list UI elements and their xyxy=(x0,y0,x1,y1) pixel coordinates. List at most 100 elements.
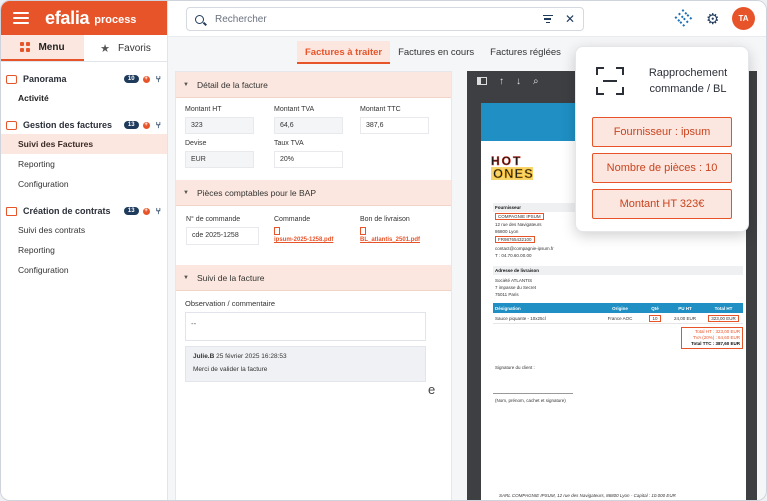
bap-title: Pièces comptables pour le BAP xyxy=(196,187,317,198)
tab-favoris[interactable]: ★ Favoris xyxy=(84,35,167,61)
brand-bar: efalia process xyxy=(1,1,167,35)
close-icon[interactable]: ✕ xyxy=(565,12,575,26)
section-header-panorama[interactable]: Panorama 10 + ⑂ xyxy=(1,70,167,88)
supplier-address-1: 12 rue des Navigateurs xyxy=(495,222,542,227)
brand-logo-hot-ones: HOT ONES xyxy=(491,155,533,193)
count-badge: 13 xyxy=(123,207,139,215)
sidebar-item-configuration[interactable]: Configuration xyxy=(1,260,167,280)
field-label: Commande xyxy=(274,216,311,223)
section-title: Panorama xyxy=(23,74,67,84)
tab-factures-en-cours[interactable]: Factures en cours xyxy=(390,41,482,64)
sidebar-item-suivi-contrats[interactable]: Suivi des contrats xyxy=(1,220,167,240)
chip-fournisseur: Fournisseur : ipsum xyxy=(592,117,732,147)
section-title: Création de contrats xyxy=(23,206,111,216)
count-badge: 13 xyxy=(123,121,139,129)
bl-attachment: Bon de livraison BL_atlantis_2501.pdf xyxy=(360,216,440,245)
section-header-factures[interactable]: Gestion des factures 13 + ⑂ xyxy=(1,116,167,134)
popup-header: Rapprochement commande / BL xyxy=(576,47,748,97)
total-ttc: Total TTC : 387,60 EUR xyxy=(691,341,740,346)
detail-header[interactable]: ▼ Détail de la facture xyxy=(176,72,451,98)
field-order-number: N° de commande cde 2025-1258 xyxy=(186,216,274,245)
collapse-icon: ▼ xyxy=(183,189,189,196)
bap-header[interactable]: ▼ Pièces comptables pour le BAP xyxy=(176,180,451,206)
collapse-icon: ▼ xyxy=(183,274,189,281)
bap-fields: N° de commande cde 2025-1258 Commande ip… xyxy=(176,206,451,253)
sidebar-item-suivi-factures[interactable]: Suivi des Factures xyxy=(1,134,167,154)
invoice-footer: SARL COMPAGNIE IPSUM, 12 rue des Navigat… xyxy=(499,493,676,498)
count-badge: 10 xyxy=(123,75,139,83)
taux-tva-input[interactable]: 20% xyxy=(274,151,343,168)
col-designation: Désignation xyxy=(495,305,521,311)
comment-date: 25 février 2025 16:28:53 xyxy=(216,353,287,360)
table-row: Sauce piquante - 10x25cl France AOC 10 2… xyxy=(493,313,743,324)
supplier-name: COMPAGNIE IPSUM xyxy=(495,213,544,220)
section-header-contrats[interactable]: Création de contrats 13 + ⑂ xyxy=(1,202,167,220)
search-icon[interactable]: ⌕ xyxy=(533,76,539,87)
observation-label: Observation / commentaire xyxy=(185,299,276,308)
matching-popup: Rapprochement commande / BL Fournisseur … xyxy=(575,46,749,232)
avatar[interactable]: TA xyxy=(732,7,755,30)
commande-attachment: Commande ipsum-2025-1258.pdf xyxy=(274,216,360,245)
section-panorama: Panorama 10 + ⑂ Activité xyxy=(1,70,167,108)
montant-ht-input[interactable]: 323 xyxy=(185,117,254,134)
scan-icon xyxy=(596,67,624,95)
tab-menu-label: Menu xyxy=(38,41,65,53)
field-label: Montant HT xyxy=(185,106,222,113)
cell-qte: 10 xyxy=(649,314,661,322)
sidebar-item-activite[interactable]: Activité xyxy=(1,88,167,108)
field-label: N° de commande xyxy=(186,216,241,223)
briefcase-icon xyxy=(6,120,17,130)
montant-tva-input[interactable]: 64,6 xyxy=(274,117,343,134)
screen-icon xyxy=(6,74,17,84)
popup-title: Rapprochement commande / BL xyxy=(648,67,728,95)
menu-tabs: Menu ★ Favoris xyxy=(1,35,167,62)
branch-icon[interactable]: ⑂ xyxy=(156,74,161,84)
gear-icon[interactable]: ⚙ xyxy=(706,10,719,28)
comment-author: Julie.B xyxy=(193,353,215,360)
arrow-up-icon[interactable]: ↑ xyxy=(499,76,504,87)
suivi-header[interactable]: ▼ Suivi de la facture xyxy=(176,265,451,291)
filter-icon[interactable] xyxy=(542,14,553,24)
observation-textarea[interactable]: -- xyxy=(185,312,426,341)
trailing-text: e xyxy=(428,382,436,397)
add-icon[interactable]: + xyxy=(142,75,150,83)
search-input[interactable]: Rechercher ✕ xyxy=(186,7,584,31)
supplier-phone: T : 04.70.60.00.00 xyxy=(495,253,532,258)
cell-total-ht: 323,00 EUR xyxy=(708,314,739,322)
tab-menu[interactable]: Menu xyxy=(1,35,84,61)
arrow-down-icon[interactable]: ↓ xyxy=(516,76,521,87)
cell-origine: France AOC xyxy=(607,315,633,321)
devise-input[interactable]: EUR xyxy=(185,151,254,168)
envelope-icon xyxy=(6,206,17,216)
cell-designation: Sauce piquante - 10x25cl xyxy=(495,315,546,321)
order-number-input[interactable]: cde 2025-1258 xyxy=(186,227,259,245)
apps-icon[interactable] xyxy=(673,9,693,29)
app-window: efalia process Menu ★ Favoris Panorama 1… xyxy=(0,0,767,501)
tab-factures-reglees[interactable]: Factures réglées xyxy=(482,41,569,64)
hamburger-icon[interactable] xyxy=(13,12,29,24)
field-montant-ht: Montant HT 323 xyxy=(185,106,274,134)
suivi-title: Suivi de la facture xyxy=(196,272,265,283)
field-label: Devise xyxy=(185,140,207,147)
field-label: Bon de livraison xyxy=(360,216,410,223)
search-placeholder: Rechercher xyxy=(215,13,267,25)
bl-file-link[interactable]: BL_atlantis_2501.pdf xyxy=(360,237,440,243)
sidebar-item-reporting[interactable]: Reporting xyxy=(1,240,167,260)
comment-meta: Julie.B 25 février 2025 16:28:53 xyxy=(193,353,418,360)
logo-bottom: ONES xyxy=(491,166,534,181)
add-icon[interactable]: + xyxy=(142,121,150,129)
commande-file-link[interactable]: ipsum-2025-1258.pdf xyxy=(274,237,360,243)
col-pu-ht: PU HT xyxy=(678,305,692,311)
montant-ttc-input[interactable]: 387,6 xyxy=(360,117,429,134)
chip-nombre-pieces: Nombre de pièces : 10 xyxy=(592,153,732,183)
sidebar-toggle-icon[interactable] xyxy=(477,77,487,85)
add-icon[interactable]: + xyxy=(142,207,150,215)
tab-factures-a-traiter[interactable]: Factures à traiter xyxy=(297,41,391,64)
sidebar-item-configuration[interactable]: Configuration xyxy=(1,174,167,194)
cell-pu-ht: 24,00 EUR xyxy=(673,315,696,321)
supplier-address-2: 86800 Lyon xyxy=(495,229,519,234)
branch-icon[interactable]: ⑂ xyxy=(156,120,161,130)
col-total-ht: Total HT xyxy=(714,305,733,311)
sidebar-item-reporting[interactable]: Reporting xyxy=(1,154,167,174)
branch-icon[interactable]: ⑂ xyxy=(156,206,161,216)
